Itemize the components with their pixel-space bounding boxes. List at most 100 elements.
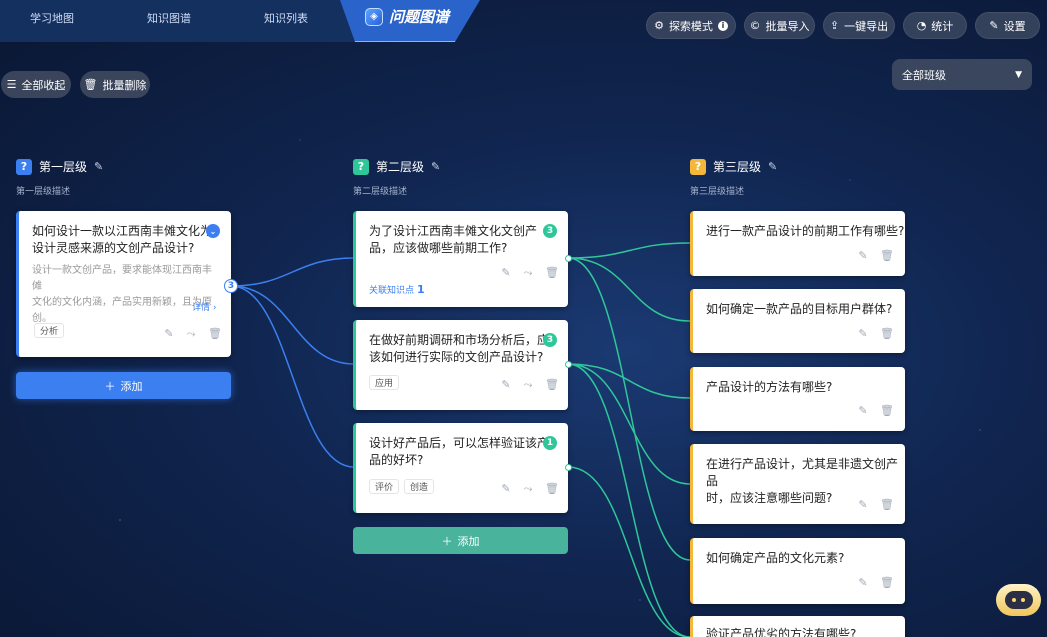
level3-question-card[interactable]: 如何确定一款产品的目标用户群体? ✎ 🗑 xyxy=(690,289,905,353)
trash-icon[interactable]: 🗑 xyxy=(545,482,559,496)
expand-chevron-icon[interactable]: ⌄ xyxy=(206,224,220,238)
trash-icon[interactable]: 🗑 xyxy=(545,378,559,392)
card-actions: ✎ ⤳ 🗑 xyxy=(501,266,559,280)
batch-import-button[interactable]: © 批量导入 xyxy=(744,12,815,39)
collapse-icon: ☰ xyxy=(6,78,17,91)
card-title: 产品设计的方法有哪些? xyxy=(706,380,833,394)
edit-icon[interactable]: ✎ xyxy=(858,576,868,589)
connector-node xyxy=(565,255,572,262)
tab-knowledge-list[interactable]: 知识列表 xyxy=(264,10,308,26)
tab-knowledge-graph[interactable]: 知识图谱 xyxy=(147,10,191,26)
level1-add-button[interactable]: ＋ 添加 xyxy=(16,372,231,399)
settings-button[interactable]: ✎ 设置 xyxy=(975,12,1040,39)
question-icon: ? xyxy=(353,158,369,175)
link-icon[interactable]: ⤳ xyxy=(523,266,533,280)
card-title: 在做好前期调研和市场分析后，应 该如何进行实际的文创产品设计? xyxy=(369,333,550,364)
card-actions: ✎ 🗑 xyxy=(858,498,894,511)
collapse-all-label: 全部收起 xyxy=(21,78,66,92)
card-title: 设计好产品后，可以怎样验证该产 品的好坏? xyxy=(369,436,550,467)
explore-mode-button[interactable]: ⚙ 探索模式 i xyxy=(646,12,736,39)
level3-header: ? 第三层级 ✎ xyxy=(690,158,777,175)
level2-question-card[interactable]: 为了设计江西南丰傩文化文创产 品，应该做哪些前期工作? 3 ✎ ⤳ 🗑 关联知识… xyxy=(353,211,568,307)
edit-icon[interactable]: ✎ xyxy=(858,498,868,511)
tag-creation: 创造 xyxy=(404,479,435,494)
link-icon[interactable]: ⤳ xyxy=(523,482,533,496)
level3-question-card[interactable]: 产品设计的方法有哪些? ✎ 🗑 xyxy=(690,367,905,431)
tag-evaluation: 评价 xyxy=(369,479,400,494)
top-nav: 学习地图 知识图谱 知识列表 ◈ 问题图谱 xyxy=(0,0,480,42)
level1-question-card[interactable]: 如何设计一款以江西南丰傩文化为 设计灵感来源的文创产品设计? ⌄ 设计一款文创产… xyxy=(16,211,231,357)
batch-delete-button[interactable]: 🗑 批量删除 xyxy=(80,71,150,98)
level2-question-card[interactable]: 设计好产品后，可以怎样验证该产 品的好坏? 1 评价 创造 ✎ ⤳ 🗑 xyxy=(353,423,568,513)
card-actions: ✎ 🗑 xyxy=(858,327,894,340)
card-title: 进行一款产品设计的前期工作有哪些? xyxy=(706,224,905,238)
tab-learning-map[interactable]: 学习地图 xyxy=(30,10,74,26)
batch-import-label: 批量导入 xyxy=(765,19,810,33)
link-icon[interactable]: ⤳ xyxy=(523,378,533,392)
edit-icon[interactable]: ✎ xyxy=(858,249,868,262)
edit-icon[interactable]: ✎ xyxy=(768,160,777,173)
children-count-badge[interactable]: 3 xyxy=(224,279,238,293)
edit-icon[interactable]: ✎ xyxy=(431,160,440,173)
explore-mode-label: 探索模式 xyxy=(668,19,713,33)
level2-question-card[interactable]: 在做好前期调研和市场分析后，应 该如何进行实际的文创产品设计? 3 应用 ✎ ⤳… xyxy=(353,320,568,410)
trash-icon[interactable]: 🗑 xyxy=(880,249,894,262)
level3-desc: 第三层级描述 xyxy=(690,187,745,197)
stats-button[interactable]: ◔ 统计 xyxy=(903,12,967,39)
level2-title: 第二层级 xyxy=(376,160,425,174)
question-icon: ? xyxy=(690,158,706,175)
level1-connectors xyxy=(230,257,355,468)
level3-question-card[interactable]: 在进行产品设计，尤其是非遗文创产品 时，应该注意哪些问题? ✎ 🗑 xyxy=(690,444,905,524)
level3-question-card[interactable]: 验证产品优劣的方法有哪些? xyxy=(690,616,905,637)
gear-icon: ⚙ xyxy=(654,19,664,32)
level3-question-card[interactable]: 进行一款产品设计的前期工作有哪些? ✎ 🗑 xyxy=(690,211,905,276)
tab-question-graph[interactable]: ◈ 问题图谱 xyxy=(365,6,449,27)
level2-add-button[interactable]: ＋ 添加 xyxy=(353,527,568,554)
card-title: 如何设计一款以江西南丰傩文化为 设计灵感来源的文创产品设计? xyxy=(32,224,213,255)
card-title: 为了设计江西南丰傩文化文创产 品，应该做哪些前期工作? xyxy=(369,224,538,255)
card-actions: ✎ 🗑 xyxy=(858,576,894,589)
export-button[interactable]: ⇪ 一键导出 xyxy=(823,12,895,39)
assistant-robot-icon[interactable] xyxy=(996,584,1041,616)
tab-question-graph-label: 问题图谱 xyxy=(389,8,450,26)
card-actions: ✎ 🗑 xyxy=(858,404,894,417)
related-knowledge-link[interactable]: 关联知识点 1 xyxy=(369,283,425,296)
edit-icon[interactable]: ✎ xyxy=(94,160,103,173)
level1-header: ? 第一层级 ✎ xyxy=(16,158,103,175)
connector-node xyxy=(565,464,572,471)
export-label: 一键导出 xyxy=(844,19,889,33)
edit-icon[interactable]: ✎ xyxy=(858,404,868,417)
copyright-icon: © xyxy=(749,19,761,32)
edit-icon[interactable]: ✎ xyxy=(501,378,511,392)
trash-icon[interactable]: 🗑 xyxy=(880,404,894,417)
card-actions: ✎ ⤳ 🗑 xyxy=(501,378,559,392)
trash-icon[interactable]: 🗑 xyxy=(880,576,894,589)
card-description: 设计一款文创产品，要求能体现江西南丰傩 文化的文化内涵，产品实用新颖，且为原 创… xyxy=(32,265,212,324)
class-select[interactable]: 全部班级 ▼ xyxy=(892,59,1032,90)
trash-icon[interactable]: 🗑 xyxy=(208,327,222,341)
add-label: 添加 xyxy=(457,534,480,548)
collapse-all-button[interactable]: ☰ 全部收起 xyxy=(1,71,71,98)
children-count-badge[interactable]: 3 xyxy=(543,224,557,238)
level2-header: ? 第二层级 ✎ xyxy=(353,158,440,175)
edit-icon[interactable]: ✎ xyxy=(501,482,511,496)
connector-node xyxy=(565,361,572,368)
caret-down-icon: ▼ xyxy=(1015,69,1022,80)
edit-icon[interactable]: ✎ xyxy=(501,266,511,280)
card-title: 如何确定产品的文化元素? xyxy=(706,551,845,565)
trash-icon[interactable]: 🗑 xyxy=(880,498,894,511)
detail-link[interactable]: 详情 › xyxy=(192,300,216,313)
link-icon[interactable]: ⤳ xyxy=(186,327,196,341)
trash-icon[interactable]: 🗑 xyxy=(880,327,894,340)
upload-icon: ⇪ xyxy=(829,19,840,32)
children-count-badge[interactable]: 1 xyxy=(543,436,557,450)
batch-delete-label: 批量删除 xyxy=(102,78,147,92)
children-count-badge[interactable]: 3 xyxy=(543,333,557,347)
edit-icon[interactable]: ✎ xyxy=(164,327,174,341)
trash-icon[interactable]: 🗑 xyxy=(545,266,559,280)
edit-icon[interactable]: ✎ xyxy=(858,327,868,340)
add-label: 添加 xyxy=(120,379,143,393)
card-title: 验证产品优劣的方法有哪些? xyxy=(706,627,857,637)
level2-desc: 第二层级描述 xyxy=(353,187,408,197)
level3-question-card[interactable]: 如何确定产品的文化元素? ✎ 🗑 xyxy=(690,538,905,604)
